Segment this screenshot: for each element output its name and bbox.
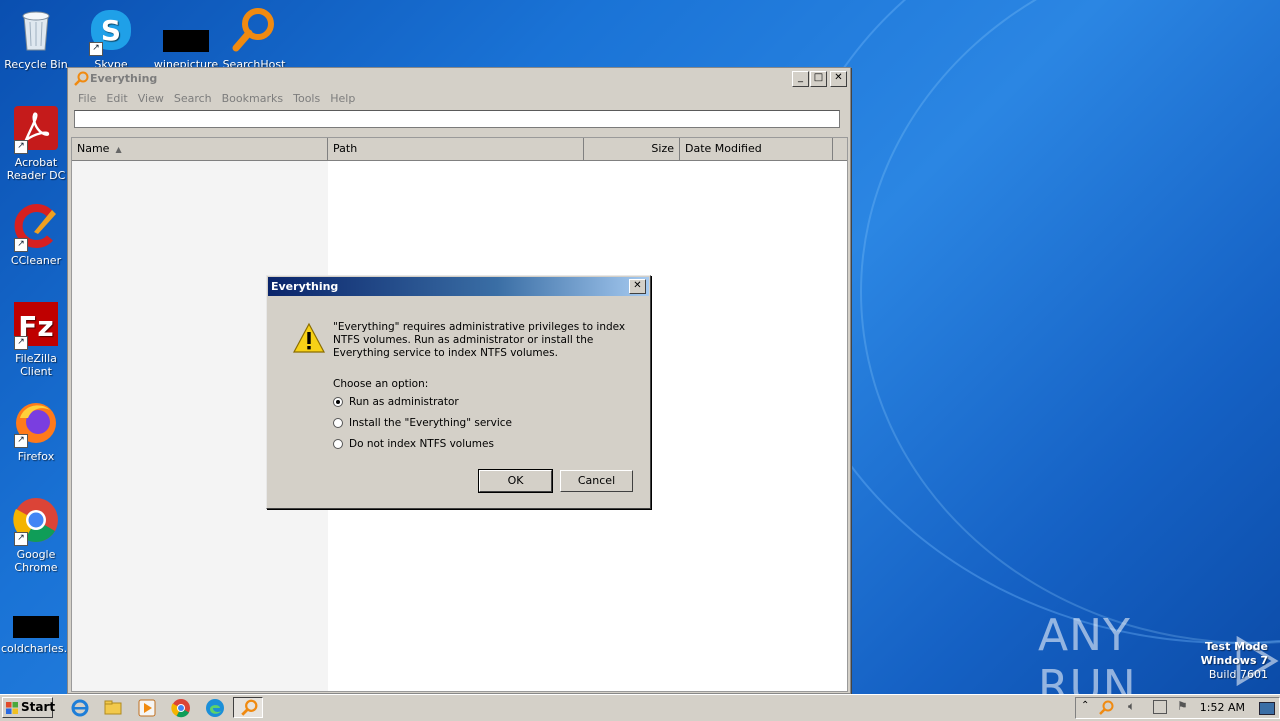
desktop-icon-ccleaner[interactable]: ↗ CCleaner (1, 202, 71, 267)
minimize-button[interactable]: _ (792, 71, 809, 87)
desktop-icon-label: Acrobat Reader DC (6, 156, 66, 182)
volume-icon[interactable]: 🔈︎ (1128, 699, 1135, 714)
svg-text:S: S (101, 14, 121, 47)
filezilla-icon: Fz ↗ (12, 300, 60, 350)
shortcut-arrow-icon: ↗ (14, 140, 28, 154)
column-header-path[interactable]: Path (328, 138, 584, 160)
column-header-name[interactable]: Name ▲ (72, 138, 328, 160)
magnifier-icon (230, 6, 278, 54)
desktop-icon-label: Recycle Bin (4, 58, 68, 71)
dialog-title: Everything (271, 280, 339, 293)
shortcut-arrow-icon: ↗ (89, 42, 103, 56)
ccleaner-icon: ↗ (12, 202, 60, 252)
shortcut-arrow-icon: ↗ (14, 434, 28, 448)
desktop-icon-acrobat[interactable]: ↗ Acrobat Reader DC (1, 104, 71, 182)
desktop-icon-skype[interactable]: S ↗ Skype (76, 6, 146, 71)
recycle-bin-icon (12, 6, 60, 54)
desktop-icon-searchhost[interactable]: SearchHost (219, 6, 289, 71)
redacted-file-icon (12, 604, 60, 638)
clock[interactable]: 1:52 AM (1200, 701, 1245, 714)
menu-view[interactable]: View (134, 90, 168, 108)
radio-selected[interactable] (333, 397, 343, 407)
skype-icon: S ↗ (87, 6, 135, 56)
menu-help[interactable]: Help (326, 90, 359, 108)
start-button[interactable]: Start (2, 697, 55, 718)
shortcut-arrow-icon: ↗ (14, 336, 28, 350)
media-player-icon[interactable] (137, 698, 157, 718)
test-mode-watermark: Test Mode Windows 7 Build 7601 (1200, 640, 1268, 681)
desktop-icon-firefox[interactable]: ↗ Firefox (1, 398, 71, 463)
desktop-icon-label: FileZilla Client (15, 352, 57, 378)
dialog-close-button[interactable]: ✕ (629, 279, 646, 294)
desktop-icon-label: Google Chrome (14, 548, 58, 574)
column-header-date-modified[interactable]: Date Modified (680, 138, 833, 160)
cancel-button[interactable]: Cancel (560, 470, 633, 492)
taskbar: Start ⌃ 🔈︎ ⚑ 1:52 AM (0, 694, 1280, 721)
windows-flag-icon (6, 702, 18, 714)
acrobat-icon: ↗ (12, 104, 60, 154)
shortcut-arrow-icon: ↗ (14, 238, 28, 252)
desktop-icon-recycle-bin[interactable]: Recycle Bin (1, 6, 71, 71)
desktop-icon-winepicture[interactable]: winepicture (151, 6, 221, 71)
dialog-message: "Everything" requires administrative pri… (333, 321, 626, 359)
minimize-icon: _ (798, 72, 803, 83)
window-titlebar[interactable]: Everything _ □ ✕ (68, 68, 850, 90)
desktop-icon-label: coldcharles... (1, 642, 75, 655)
dialog-titlebar[interactable]: Everything ✕ (268, 277, 649, 296)
firefox-icon: ↗ (12, 398, 60, 448)
warning-icon (292, 322, 326, 353)
maximize-button[interactable]: □ (810, 71, 827, 87)
system-tray: ⌃ 🔈︎ ⚑ 1:52 AM (1075, 697, 1280, 719)
search-input[interactable] (74, 110, 840, 128)
chrome-icon: ↗ (12, 496, 60, 546)
desktop: Recycle Bin S ↗ Skype winepicture Search… (0, 0, 1280, 694)
menu-search[interactable]: Search (170, 90, 216, 108)
action-center-flag-icon[interactable]: ⚑ (1177, 699, 1188, 713)
close-button[interactable]: ✕ (830, 71, 847, 87)
show-hidden-icons-icon[interactable]: ⌃ (1081, 700, 1089, 711)
maximize-icon: □ (813, 72, 824, 83)
choose-option-label: Choose an option: (333, 378, 429, 390)
close-icon: ✕ (834, 72, 843, 83)
desktop-icon-chrome[interactable]: ↗ Google Chrome (1, 496, 71, 574)
shortcut-arrow-icon: ↗ (14, 532, 28, 546)
option-run-as-administrator[interactable]: Run as administrator (333, 396, 459, 408)
radio-unselected[interactable] (333, 439, 343, 449)
menu-bar: File Edit View Search Bookmarks Tools He… (68, 90, 850, 108)
column-header-size[interactable]: Size (584, 138, 680, 160)
file-explorer-icon[interactable] (103, 698, 123, 718)
window-title: Everything (90, 72, 158, 85)
everything-app-icon (241, 699, 258, 716)
column-headers: Name ▲ Path Size Date Modified (72, 138, 847, 161)
desktop-icon-label: Firefox (17, 450, 55, 463)
admin-privileges-dialog: Everything ✕ "Everything" requires admin… (266, 275, 651, 509)
redacted-file-icon (162, 6, 210, 54)
show-desktop-icon[interactable] (1259, 702, 1275, 715)
desktop-icon-coldcharles[interactable]: coldcharles... (1, 604, 75, 655)
menu-edit[interactable]: Edit (102, 90, 131, 108)
desktop-icon-label: CCleaner (10, 254, 62, 267)
edge-icon[interactable] (205, 698, 225, 718)
menu-file[interactable]: File (74, 90, 100, 108)
radio-unselected[interactable] (333, 418, 343, 428)
menu-tools[interactable]: Tools (289, 90, 324, 108)
network-icon[interactable] (1153, 700, 1167, 714)
everything-app-icon (74, 71, 89, 86)
ok-button[interactable]: OK (478, 469, 553, 493)
sort-ascending-icon: ▲ (115, 145, 122, 154)
chrome-taskbar-icon[interactable] (171, 698, 191, 718)
internet-explorer-icon[interactable] (70, 698, 90, 718)
everything-tray-icon[interactable] (1098, 700, 1114, 716)
taskbar-everything-button[interactable] (233, 697, 263, 718)
desktop-icon-filezilla[interactable]: Fz ↗ FileZilla Client (1, 300, 71, 378)
option-install-service[interactable]: Install the "Everything" service (333, 417, 512, 429)
menu-bookmarks[interactable]: Bookmarks (218, 90, 287, 108)
close-icon: ✕ (633, 280, 642, 291)
option-do-not-index[interactable]: Do not index NTFS volumes (333, 438, 494, 450)
